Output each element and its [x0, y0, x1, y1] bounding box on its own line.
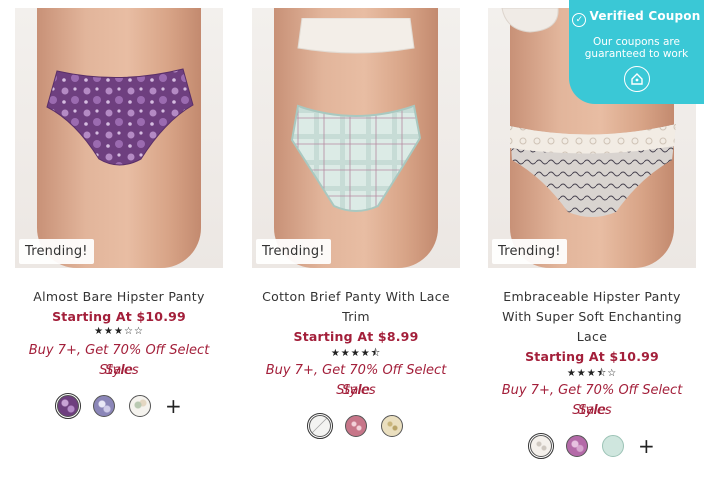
promo-text-line: Styles — [336, 383, 376, 398]
trending-badge: Trending! — [492, 239, 567, 264]
swatch-mint-plaid[interactable] — [307, 413, 333, 439]
more-colors-button[interactable]: + — [165, 396, 182, 416]
more-colors-button[interactable]: + — [638, 436, 655, 456]
product-name-line[interactable]: Almost Bare Hipster Panty — [15, 287, 223, 307]
promo-text-line: Styles — [99, 363, 139, 378]
product-name-line[interactable]: Cotton Brief Panty With Lace — [252, 287, 460, 307]
swatch-pink-print[interactable] — [345, 415, 367, 437]
check-circle-icon: ✓ — [572, 13, 587, 27]
color-swatches: + — [15, 393, 223, 419]
panty-illustration — [46, 68, 194, 166]
product-name-line[interactable]: Lace — [488, 327, 696, 347]
swatch-ivory-print[interactable] — [528, 433, 554, 459]
color-swatches: + — [488, 433, 696, 459]
bra-illustration — [297, 18, 415, 54]
panty-illustration — [510, 124, 676, 217]
swatch-blue-floral[interactable] — [93, 395, 115, 417]
product-name-line[interactable]: Embraceable Hipster Panty — [488, 287, 696, 307]
coupon-subtitle: guaranteed to work — [584, 48, 689, 60]
trending-badge: Trending! — [19, 239, 94, 264]
tag-icon[interactable] — [623, 66, 650, 92]
swatch-purple-floral[interactable] — [55, 393, 81, 419]
product-name-line[interactable]: Trim — [252, 307, 460, 327]
swatch-beige-print[interactable] — [381, 415, 403, 437]
coupon-title: Verified Coupon — [589, 9, 701, 23]
product-price: Starting At $10.99 — [52, 309, 186, 324]
panty-illustration — [290, 104, 422, 212]
coupon-subtitle: Our coupons are — [593, 36, 680, 48]
product-price: Starting At $10.99 — [525, 349, 659, 364]
product-price: Starting At $8.99 — [293, 329, 419, 344]
color-swatches — [252, 413, 460, 439]
rating-stars: ★★★☆☆ — [94, 326, 144, 337]
promo-text-line: Styles — [572, 403, 612, 418]
product-image[interactable]: Trending! — [252, 8, 460, 268]
product-name-line[interactable]: With Super Soft Enchanting — [488, 307, 696, 327]
swatch-white-floral[interactable] — [129, 395, 151, 417]
swatch-pink-floral[interactable] — [566, 435, 588, 457]
product-image[interactable]: Trending! — [15, 8, 223, 268]
verified-coupon-widget[interactable]: ✓ Verified Coupon Our coupons are guarant… — [569, 0, 704, 104]
swatch-mint[interactable] — [602, 435, 624, 457]
trending-badge: Trending! — [256, 239, 331, 264]
